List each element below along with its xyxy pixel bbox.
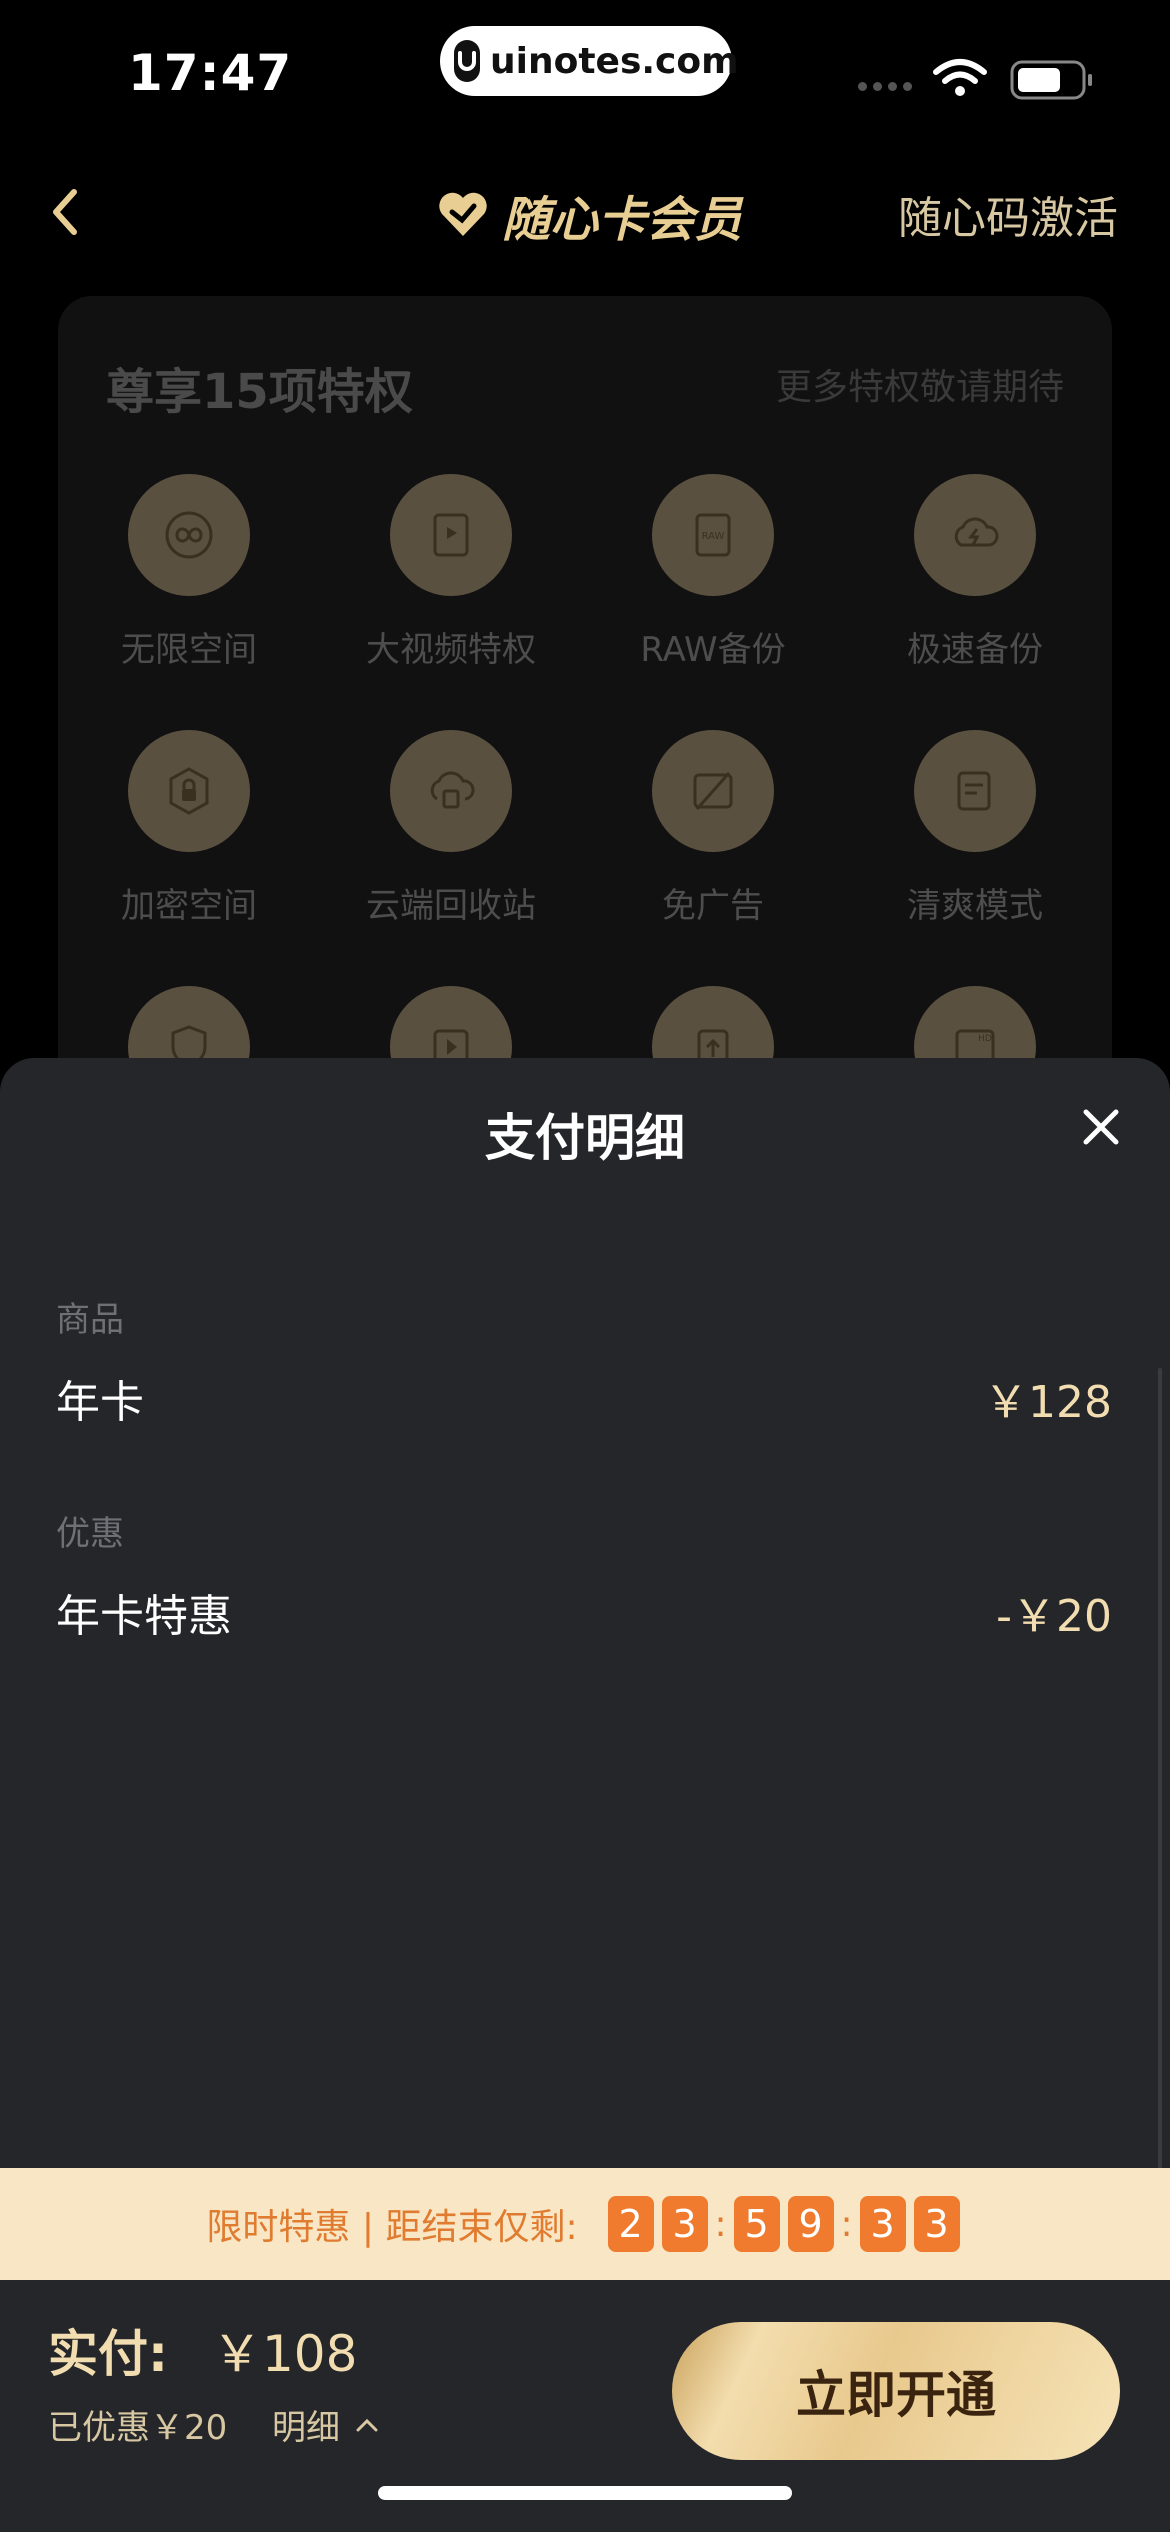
lock-hexagon-icon	[128, 730, 250, 852]
sheet-title: 支付明细	[485, 1109, 685, 1167]
signal-icon	[858, 82, 912, 91]
countdown-digit: 9	[787, 2196, 834, 2252]
status-bar: 17:47 uinotes.com	[0, 0, 1170, 130]
saved-amount: 已优惠￥20	[48, 2408, 228, 2448]
product-section-label: 商品	[56, 1300, 124, 1340]
privileges-card: 尊享15项特权 更多特权敬请期待 无限空间 大视频特权 RAW RAW备份 极速…	[58, 296, 1112, 1108]
video-file-icon	[390, 474, 512, 596]
svg-text:RAW: RAW	[702, 531, 725, 542]
nav-header: 随心卡会员 随心码激活	[0, 160, 1170, 260]
lightning-cloud-icon	[914, 474, 1036, 596]
brand-title: 随心卡会员	[436, 180, 742, 250]
discount-value: -￥20	[996, 1591, 1112, 1642]
detail-label: 明细	[272, 2408, 340, 2448]
discount-section-label: 优惠	[56, 1514, 124, 1554]
url-pill[interactable]: uinotes.com	[440, 26, 739, 96]
countdown-separator: :	[840, 2203, 853, 2245]
product-name: 年卡	[56, 1377, 144, 1428]
privileges-more: 更多特权敬请期待	[775, 367, 1064, 408]
cloud-trash-icon	[390, 730, 512, 852]
countdown-digit: 3	[661, 2196, 708, 2252]
product-price: ￥128	[984, 1377, 1112, 1428]
perk-item[interactable]: 免广告	[582, 730, 844, 927]
svg-text:HD: HD	[978, 1034, 992, 1044]
status-time: 17:47	[128, 44, 293, 102]
perk-item[interactable]: 极速备份	[844, 474, 1106, 671]
no-ad-icon	[652, 730, 774, 852]
chevron-up-icon	[356, 2418, 378, 2431]
wifi-icon	[933, 59, 987, 96]
back-arrow-icon[interactable]	[44, 182, 88, 242]
open-now-button[interactable]: 立即开通	[672, 2322, 1120, 2460]
pay-amount: ￥108	[212, 2325, 358, 2383]
countdown-digit: 2	[607, 2196, 654, 2252]
home-indicator[interactable]	[378, 2486, 792, 2500]
site-logo-icon	[454, 40, 480, 82]
perk-item[interactable]: 加密空间	[58, 730, 320, 927]
heart-logo-icon	[439, 192, 487, 236]
detail-toggle[interactable]: 明细	[272, 2400, 380, 2449]
raw-file-icon: RAW	[652, 474, 774, 596]
countdown-separator: :	[714, 2203, 727, 2245]
perk-item[interactable]: 大视频特权	[320, 474, 582, 671]
countdown-digit: 5	[733, 2196, 780, 2252]
perk-item[interactable]: 云端回收站	[320, 730, 582, 927]
close-icon[interactable]	[1076, 1102, 1126, 1152]
url-text: uinotes.com	[490, 40, 739, 82]
countdown-digit: 3	[859, 2196, 906, 2252]
activate-code-link[interactable]: 随心码激活	[898, 182, 1118, 246]
perk-item[interactable]: 无限空间	[58, 474, 320, 671]
scrollbar[interactable]	[1158, 1368, 1162, 2288]
battery-icon	[1010, 60, 1092, 100]
infinity-badge-icon	[128, 474, 250, 596]
pay-label: 实付:	[48, 2325, 168, 2383]
countdown-digit: 3	[913, 2196, 960, 2252]
promo-countdown-banner: 限时特惠 | 距结束仅剩: 2 3 : 5 9 : 3 3	[0, 2168, 1170, 2280]
discount-name: 年卡特惠	[56, 1591, 232, 1642]
page-title: 随心卡会员	[502, 192, 743, 248]
perk-item[interactable]: 清爽模式	[844, 730, 1106, 927]
perk-item[interactable]: RAW RAW备份	[582, 474, 844, 671]
promo-text: 限时特惠 | 距结束仅剩:	[206, 2207, 578, 2248]
open-now-label: 立即开通	[796, 2366, 996, 2424]
clean-mode-icon	[914, 730, 1036, 852]
privileges-title: 尊享15项特权	[106, 364, 413, 420]
payment-detail-sheet: 支付明细 商品 年卡 ￥128 优惠 年卡特惠 -￥20 限时特惠 | 距结束仅…	[0, 1058, 1170, 2532]
